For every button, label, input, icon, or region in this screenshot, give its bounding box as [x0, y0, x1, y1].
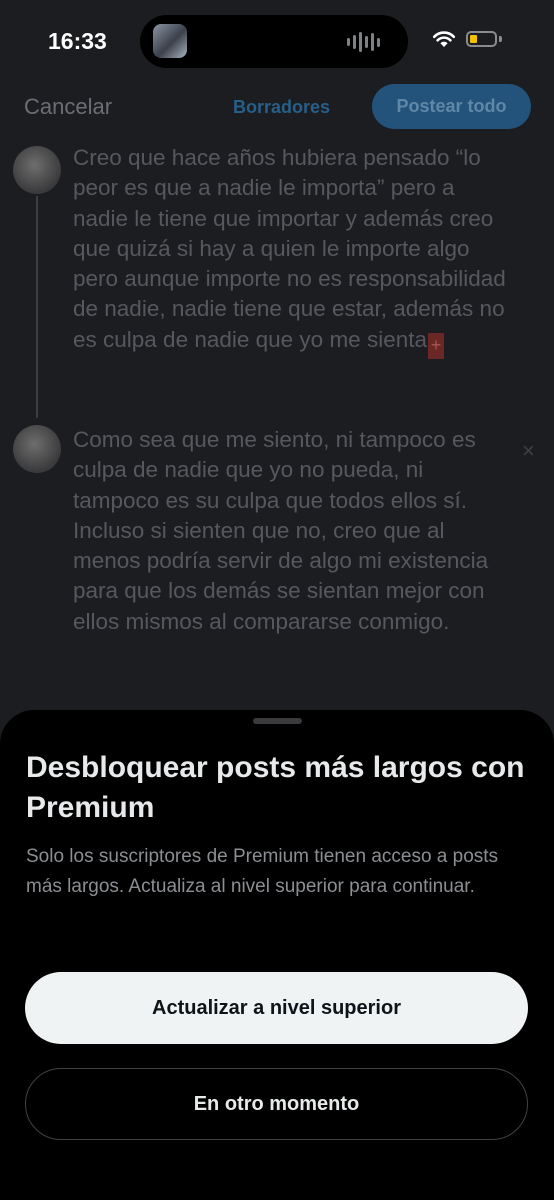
- compose-header: Cancelar Borradores Postear todo: [0, 84, 554, 130]
- dynamic-island[interactable]: [140, 15, 408, 68]
- not-now-button[interactable]: En otro momento: [25, 1068, 528, 1140]
- battery-tip: [499, 36, 502, 42]
- status-bar: 16:33: [0, 0, 554, 80]
- now-playing-thumbnail-icon: [153, 24, 187, 58]
- avatar: [13, 425, 61, 473]
- thread-connector-line: [36, 196, 38, 418]
- sheet-title: Desbloquear posts más largos con Premium: [26, 751, 525, 824]
- status-time: 16:33: [48, 28, 107, 54]
- avatar: [13, 146, 61, 194]
- remove-post-close-icon[interactable]: ×: [522, 440, 535, 462]
- battery-icon: [466, 31, 497, 47]
- sheet-drag-handle[interactable]: [253, 718, 302, 724]
- battery-level: [470, 35, 477, 43]
- audio-waveform-icon: [347, 32, 380, 52]
- wifi-icon: [432, 31, 456, 47]
- sheet-description: Solo los suscriptores de Premium tienen …: [26, 846, 499, 897]
- post-all-button[interactable]: Postear todo: [372, 84, 531, 129]
- cancel-button[interactable]: Cancelar: [24, 94, 112, 120]
- text-overflow-marker: +: [428, 332, 444, 359]
- post-text-1[interactable]: Creo que hace años hubiera pensado “lo p…: [73, 143, 513, 359]
- drafts-button[interactable]: Borradores: [233, 97, 330, 118]
- premium-upsell-sheet: Desbloquear posts más largos con Premium…: [0, 710, 554, 1200]
- upgrade-button[interactable]: Actualizar a nivel superior: [25, 972, 528, 1044]
- post-text-2[interactable]: Como sea que me siento, ni tampoco es cu…: [73, 425, 513, 637]
- post-text-1-content: Creo que hace años hubiera pensado “lo p…: [73, 145, 506, 352]
